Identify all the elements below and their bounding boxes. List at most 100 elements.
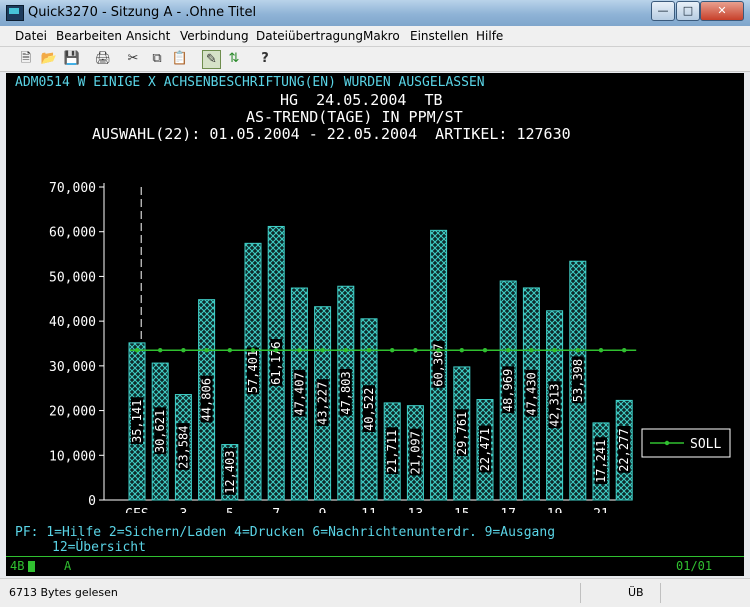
- x-tick-label: 7: [272, 507, 280, 513]
- status-message: 6713 Bytes gelesen: [9, 586, 118, 599]
- soll-point: [320, 348, 325, 353]
- bar-value-label: 40,522: [362, 388, 376, 431]
- menu-bar: Datei Bearbeiten Ansicht Verbindung Date…: [0, 26, 750, 47]
- y-tick-label: 70,000: [49, 181, 96, 196]
- bar-value-label: 29,761: [455, 412, 469, 455]
- menu-datei[interactable]: Datei: [15, 29, 47, 43]
- x-tick-label: 9: [319, 507, 327, 513]
- soll-point: [134, 348, 140, 353]
- oia-divider: [6, 556, 744, 557]
- soll-point: [227, 348, 232, 353]
- soll-point: [250, 348, 256, 353]
- menu-makro[interactable]: Makro: [363, 29, 400, 43]
- menu-bearbeiten[interactable]: Bearbeiten: [56, 29, 122, 43]
- soll-point: [158, 348, 163, 353]
- status-separator: [660, 583, 661, 603]
- oia-mode: A: [64, 559, 72, 573]
- legend-swatch-point: [664, 440, 670, 446]
- copy-icon[interactable]: ⧉: [148, 50, 166, 68]
- x-tick-label: 15: [454, 507, 470, 513]
- y-tick-label: 50,000: [49, 270, 96, 285]
- bar-value-label: 30,621: [153, 410, 167, 453]
- header-line3: AUSWAHL(22): 01.05.2004 - 22.05.2004 ART…: [92, 125, 571, 143]
- close-button[interactable]: ✕: [700, 1, 744, 21]
- app-window: Quick3270 - Sitzung A - .Ohne Titel — □ …: [0, 0, 750, 607]
- pf-keys-line2[interactable]: 12=Übersicht: [52, 540, 146, 555]
- bar-value-label: 22,471: [478, 428, 492, 471]
- bar-value-label: 43,227: [316, 382, 330, 425]
- x-tick-label: 13: [408, 507, 424, 513]
- x-tick-label: 3: [179, 507, 187, 513]
- soll-point: [529, 348, 534, 353]
- new-file-icon[interactable]: 🗎: [17, 50, 35, 68]
- paste-icon[interactable]: 📋: [171, 50, 189, 68]
- soll-point: [343, 348, 348, 353]
- x-tick-label: GES: [125, 507, 148, 513]
- oia-cursor-position: 01/01: [676, 559, 713, 573]
- x-tick-label: 11: [361, 507, 377, 513]
- x-tick-label: 19: [547, 507, 563, 513]
- soll-point: [204, 348, 209, 353]
- soll-point: [482, 348, 488, 353]
- transfer-icon[interactable]: ⇅: [225, 50, 243, 68]
- maximize-button[interactable]: □: [676, 1, 700, 21]
- bar-value-label: 21,711: [385, 430, 399, 473]
- menu-einstellen[interactable]: Einstellen: [410, 29, 469, 43]
- bar-value-label: 42,313: [548, 384, 562, 427]
- menu-hilfe[interactable]: Hilfe: [476, 29, 503, 43]
- x-tick-label: 21: [593, 507, 609, 513]
- window-title: Quick3270 - Sitzung A - .Ohne Titel: [28, 5, 257, 20]
- y-tick-label: 0: [88, 494, 96, 509]
- soll-point: [598, 348, 604, 353]
- bar-value-label: 57,401: [246, 350, 260, 393]
- bar-value-label: 47,803: [339, 371, 353, 414]
- bar-value-label: 35,141: [130, 400, 144, 443]
- bar-value-label: 48,969: [501, 369, 515, 412]
- soll-point: [297, 348, 302, 353]
- header-line1: HG 24.05.2004 TB: [280, 91, 443, 109]
- cut-icon[interactable]: ✂: [124, 50, 142, 68]
- status-mode: ÜB: [628, 586, 644, 599]
- soll-point: [575, 348, 580, 353]
- minimize-button[interactable]: —: [651, 1, 675, 21]
- edit-icon[interactable]: ✎: [202, 50, 221, 69]
- bar-value-label: 22,277: [617, 428, 631, 471]
- pf-keys-line1[interactable]: PF: 1=Hilfe 2=Sichern/Laden 4=Drucken 6=…: [15, 525, 555, 540]
- bar-value-label: 47,407: [292, 372, 306, 415]
- menu-verbindung[interactable]: Verbindung: [180, 29, 249, 43]
- bar-value-label: 17,241: [594, 440, 608, 483]
- oia-session: 4B: [10, 559, 25, 573]
- print-icon[interactable]: 🖨: [94, 50, 112, 68]
- soll-point: [413, 348, 418, 353]
- terminal-screen[interactable]: ADM0514 W EINIGE X ACHSENBESCHRIFTUNG(EN…: [6, 73, 744, 576]
- bar-value-label: 23,584: [176, 426, 190, 469]
- bar-value-label: 21,097: [408, 431, 422, 474]
- y-tick-label: 10,000: [49, 449, 96, 464]
- soll-point: [622, 348, 627, 353]
- system-message: ADM0514 W EINIGE X ACHSENBESCHRIFTUNG(EN…: [15, 75, 485, 90]
- save-icon[interactable]: 💾: [63, 50, 81, 68]
- open-folder-icon[interactable]: 📂: [40, 50, 58, 68]
- bar-value-label: 44,806: [200, 378, 214, 421]
- y-tick-label: 40,000: [49, 315, 96, 330]
- soll-point: [459, 348, 464, 353]
- bar-value-label: 12,403: [223, 451, 237, 494]
- trend-chart: 0 10,000 20,000 30,000 40,000 50,000 60,000 70,…: [49, 181, 731, 513]
- y-tick-label: 60,000: [49, 226, 96, 241]
- x-tick-label: 5: [226, 507, 234, 513]
- y-tick-label: 20,000: [49, 405, 96, 420]
- soll-point: [181, 348, 186, 353]
- header-line2: AS-TREND(TAGE) IN PPM/ST: [246, 108, 463, 126]
- y-tick-label: 30,000: [49, 360, 96, 375]
- x-tick-label: 17: [500, 507, 516, 513]
- soll-point: [274, 348, 279, 353]
- terminal-app-icon: [6, 5, 24, 21]
- status-bar: 6713 Bytes gelesen ÜB: [0, 578, 750, 607]
- help-icon[interactable]: ?: [256, 50, 274, 68]
- bar-value-label: 53,398: [571, 359, 585, 402]
- menu-dateiuebertragung[interactable]: Dateiübertragung: [256, 29, 363, 43]
- title-bar[interactable]: Quick3270 - Sitzung A - .Ohne Titel — □ …: [0, 0, 750, 26]
- menu-ansicht[interactable]: Ansicht: [126, 29, 170, 43]
- legend-label: SOLL: [690, 437, 721, 452]
- bar-value-label: 47,430: [524, 372, 538, 415]
